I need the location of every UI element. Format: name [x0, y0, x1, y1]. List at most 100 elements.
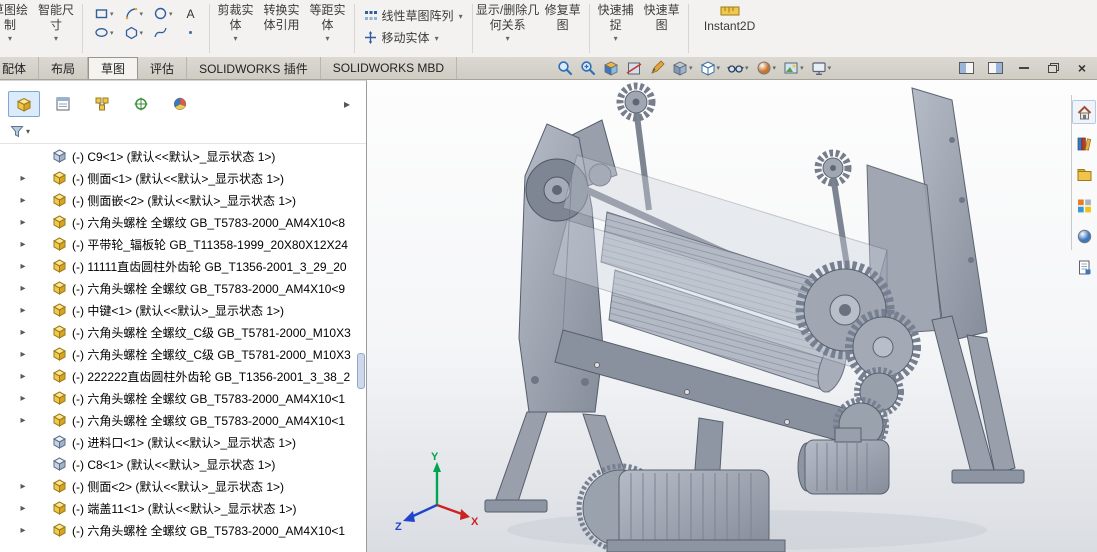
quick-snaps-button[interactable]: 快速捕捉 ▾ [593, 0, 639, 43]
commandmanager-tab[interactable]: 配体 [0, 57, 40, 79]
panel-scrollbar[interactable] [357, 145, 366, 552]
tree-item[interactable]: ▸ (-) 侧面嵌<2> (默认<<默认>_显示状态 1>) [0, 189, 357, 211]
restore-button[interactable] [1044, 60, 1062, 76]
hide-show-items-button[interactable]: ▾ [727, 60, 749, 76]
expand-arrow-icon[interactable]: ▸ [16, 393, 30, 404]
tree-item[interactable]: ▸ (-) C9<1> (默认<<默认>_显示状态 1>) [0, 145, 357, 167]
displaymanager-tab[interactable] [164, 91, 196, 117]
sketch-button[interactable]: 草图绘制 ▾ [0, 0, 33, 43]
view-orientation-button[interactable]: ▾ [672, 60, 693, 76]
expand-arrow-icon[interactable]: ▸ [16, 481, 30, 492]
tree-item[interactable]: ▸ (-) 六角头螺栓 全螺纹 GB_T5783-2000_AM4X10<1 [0, 387, 357, 409]
home-button[interactable] [1072, 100, 1096, 124]
dropdown-caret-icon: ▾ [434, 33, 439, 43]
dimxpertmanager-tab[interactable] [125, 91, 157, 117]
commandmanager-tab[interactable]: 评估 [138, 57, 188, 79]
expand-arrow-icon[interactable]: ▸ [16, 261, 30, 272]
design-library-button[interactable] [1072, 131, 1096, 155]
view-selector-button[interactable] [603, 60, 619, 76]
expand-arrow-icon[interactable]: ▸ [16, 283, 30, 294]
spline-tool-button[interactable] [153, 25, 173, 40]
minimize-button[interactable] [1015, 60, 1033, 76]
expand-arrow-icon[interactable]: ▸ [16, 173, 30, 184]
dock-pane-left-button[interactable] [957, 60, 975, 76]
offset-entities-button[interactable]: 等距实体 ▾ [305, 0, 351, 43]
tree-item[interactable]: ▸ (-) 六角头螺栓 全螺纹 GB_T5783-2000_AM4X10<8 [0, 211, 357, 233]
custom-properties-button[interactable] [1072, 255, 1096, 279]
graphics-viewport[interactable]: Y X Z [367, 80, 1097, 552]
tree-item[interactable]: ▸ (-) 侧面<1> (默认<<默认>_显示状态 1>) [0, 167, 357, 189]
featuremanager-tab[interactable] [8, 91, 40, 117]
panel-expand-arrow-icon[interactable]: ▸ [344, 97, 350, 111]
edit-appearance-button[interactable]: ▾ [756, 60, 776, 76]
tree-item[interactable]: ▸ (-) 222222直齿圆柱外齿轮 GB_T1356-2001_3_38_2 [0, 365, 357, 387]
tree-item[interactable]: ▸ (-) 六角头螺栓 全螺纹_C级 GB_T5781-2000_M10X3 [0, 321, 357, 343]
polygon-tool-button[interactable]: ▾ [124, 25, 143, 40]
convert-entities-button[interactable]: 转换实体引用 [259, 0, 305, 33]
expand-arrow-icon[interactable]: ▸ [16, 195, 30, 206]
tree-item[interactable]: ▸ (-) 六角头螺栓 全螺纹_C级 GB_T5781-2000_M10X3 [0, 343, 357, 365]
expand-arrow-icon[interactable]: ▸ [16, 327, 30, 338]
tree-item[interactable]: ▸ (-) 11111直齿圆柱外齿轮 GB_T1356-2001_3_29_20 [0, 255, 357, 277]
circle-icon [154, 7, 167, 20]
tree-item[interactable]: ▸ (-) 进料口<1> (默认<<默认>_显示状态 1>) [0, 431, 357, 453]
rectangle-tool-button[interactable]: ▾ [94, 6, 114, 21]
text-tool-button[interactable]: A [183, 6, 198, 21]
trim-entities-button[interactable]: 剪裁实体 ▾ [213, 0, 259, 43]
apply-scene-button[interactable]: ▾ [783, 60, 804, 76]
tree-item[interactable]: ▸ (-) 平带轮_辐板轮 GB_T11358-1999_20X80X12X24 [0, 233, 357, 255]
apply-scene-icon [784, 62, 798, 74]
repair-sketch-button[interactable]: 修复草图 [540, 0, 586, 33]
tree-item[interactable]: ▸ (-) 中键<1> (默认<<默认>_显示状态 1>) [0, 299, 357, 321]
arc-tool-button[interactable]: ▾ [124, 6, 143, 21]
smart-dimension-button[interactable]: 智能尺寸 ▾ [33, 0, 79, 43]
rapid-sketch-button[interactable]: 快速草图 [639, 0, 685, 33]
tree-item[interactable]: ▸ (-) C8<1> (默认<<默认>_显示状态 1>) [0, 453, 357, 475]
configurationmanager-icon [95, 97, 109, 111]
propertymanager-tab[interactable] [47, 91, 79, 117]
expand-arrow-icon[interactable]: ▸ [16, 415, 30, 426]
zoom-to-area-button[interactable] [580, 60, 596, 76]
point-tool-button[interactable] [183, 25, 198, 40]
expand-arrow-icon[interactable]: ▸ [16, 239, 30, 250]
section-view-button[interactable] [626, 60, 642, 76]
part-icon [52, 435, 67, 449]
commandmanager-tab[interactable]: SOLIDWORKS 插件 [187, 57, 321, 79]
circle-tool-button[interactable]: ▾ [153, 6, 173, 21]
tree-item[interactable]: ▸ (-) 侧面<2> (默认<<默认>_显示状态 1>) [0, 475, 357, 497]
configurationmanager-tab[interactable] [86, 91, 118, 117]
expand-arrow-icon[interactable]: ▸ [16, 217, 30, 228]
commandmanager-tab[interactable]: 布局 [39, 57, 89, 79]
tree-filter-input[interactable] [40, 121, 354, 141]
view-settings-button[interactable]: ▾ [811, 60, 831, 76]
close-button[interactable]: × [1073, 60, 1091, 76]
tree-item[interactable]: ▸ (-) 六角头螺栓 全螺纹 GB_T5783-2000_AM4X10<9 [0, 277, 357, 299]
scrollbar-thumb[interactable] [357, 353, 365, 389]
expand-arrow-icon[interactable]: ▸ [16, 371, 30, 382]
display-delete-relations-button[interactable]: 显示/删除几何关系 ▾ [476, 0, 540, 43]
tree-item[interactable]: ▸ (-) 六角头螺栓 全螺纹 GB_T5783-2000_AM4X10<1 [0, 409, 357, 431]
tree-item[interactable]: ▸ (-) 端盖11<1> (默认<<默认>_显示状态 1>) [0, 497, 357, 519]
sketch-visibility-button[interactable] [649, 60, 665, 76]
part-icon [52, 149, 67, 163]
move-entities-button[interactable]: 移动实体 ▾ [358, 28, 469, 47]
tree-item[interactable]: ▸ (-) 六角头螺栓 全螺纹 GB_T5783-2000_AM4X10<1 [0, 519, 357, 541]
filter-funnel-icon[interactable] [10, 125, 24, 138]
expand-arrow-icon[interactable]: ▸ [16, 305, 30, 316]
appearances-button[interactable] [1072, 224, 1096, 248]
commandmanager-tab[interactable]: SOLIDWORKS MBD [321, 57, 458, 79]
linear-sketch-pattern-button[interactable]: 线性草图阵列 ▾ [358, 6, 469, 25]
expand-arrow-icon[interactable]: ▸ [16, 525, 30, 536]
dock-pane-right-button[interactable] [986, 60, 1004, 76]
home-icon [1077, 105, 1091, 119]
zoom-to-fit-button[interactable] [557, 60, 573, 76]
file-explorer-button[interactable] [1072, 162, 1096, 186]
view-palette-button[interactable] [1072, 193, 1096, 217]
instant2d-button[interactable]: Instant2D [692, 0, 768, 34]
expand-arrow-icon[interactable]: ▸ [16, 503, 30, 514]
commandmanager-tab[interactable]: 草图 [88, 57, 139, 79]
ellipse-tool-button[interactable]: ▾ [94, 25, 114, 40]
expand-arrow-icon[interactable]: ▸ [16, 349, 30, 360]
edit-appearance-icon [757, 61, 771, 75]
display-style-button[interactable]: ▾ [700, 60, 720, 76]
